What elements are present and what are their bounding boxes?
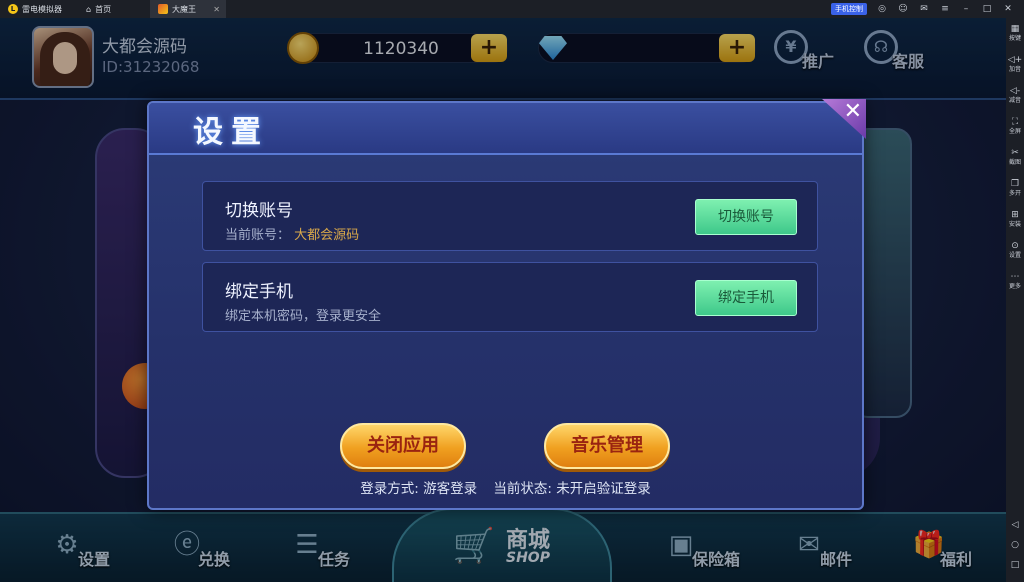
mail-icon[interactable]: ✉ xyxy=(918,4,930,14)
maximize-icon[interactable]: □ xyxy=(981,4,993,14)
close-app-button[interactable]: 关闭应用 xyxy=(340,423,466,469)
scissors-icon: ✂ xyxy=(1011,148,1019,158)
sidebar-item-volume-up[interactable]: ◁+ 加音 xyxy=(1008,55,1022,86)
gamepad-icon[interactable]: ◎ xyxy=(876,4,888,14)
bind-phone-row: 绑定手机 绑定本机密码，登录更安全 绑定手机 xyxy=(202,262,818,332)
current-account-name: 大都会源码 xyxy=(294,228,360,243)
phone-control-button[interactable]: 手机控制 xyxy=(831,3,867,15)
music-settings-button[interactable]: 音乐管理 xyxy=(544,423,670,469)
back-icon[interactable]: ◁ xyxy=(1012,520,1019,530)
home-icon: ⌂ xyxy=(86,4,92,14)
tab-game[interactable]: 大魔王 ✕ xyxy=(150,0,226,18)
fullscreen-icon: ⛶ xyxy=(1011,117,1019,127)
user-icon[interactable]: ☺ xyxy=(897,4,909,14)
emulator-titlebar: L 雷电模拟器 ⌂ 首页 大魔王 ✕ 手机控制 ◎ ☺ ✉ ≡ – □ ✕ xyxy=(0,0,1024,18)
minimize-icon[interactable]: – xyxy=(960,4,972,14)
sidebar-item-install[interactable]: ⊞ 安装 xyxy=(1009,210,1021,241)
sidebar-item-fullscreen[interactable]: ⛶ 全屏 xyxy=(1009,117,1021,148)
sidebar-item-screenshot[interactable]: ✂ 截图 xyxy=(1009,148,1021,179)
game-icon xyxy=(158,4,168,14)
switch-account-button[interactable]: 切换账号 xyxy=(695,199,797,235)
switch-account-title: 切换账号 xyxy=(225,201,293,221)
bind-phone-button[interactable]: 绑定手机 xyxy=(695,280,797,316)
sidebar-item-volume-down[interactable]: ◁- 减音 xyxy=(1009,86,1021,117)
volume-down-icon: ◁- xyxy=(1009,86,1021,96)
home-circle-icon[interactable]: ○ xyxy=(1011,540,1019,550)
recent-apps-icon[interactable]: □ xyxy=(1011,560,1020,570)
more-icon: ⋯ xyxy=(1010,272,1020,282)
bind-phone-description: 绑定本机密码，登录更安全 xyxy=(225,309,382,324)
login-method: 登录方式: 游客登录 xyxy=(360,481,478,497)
tab-game-label: 大魔王 xyxy=(172,4,196,14)
login-info: 登录方式: 游客登录 当前状态: 未开启验证登录 xyxy=(149,477,862,497)
close-tab-icon[interactable]: ✕ xyxy=(213,5,220,14)
menu-icon[interactable]: ≡ xyxy=(939,4,951,14)
close-window-icon[interactable]: ✕ xyxy=(1002,4,1014,14)
settings-icon: ⊙ xyxy=(1011,241,1019,251)
keymap-icon: ▦ xyxy=(1010,24,1020,34)
dialog-title: 设置 xyxy=(193,115,269,150)
emulator-logo-icon: L xyxy=(8,4,18,14)
emulator-app-name[interactable]: L 雷电模拟器 xyxy=(0,0,78,18)
emulator-app-label: 雷电模拟器 xyxy=(22,4,62,14)
sidebar-item-more[interactable]: ⋯ 更多 xyxy=(1009,272,1021,303)
dialog-header: 设置 xyxy=(149,103,862,155)
sidebar-item-multi[interactable]: ❐ 多开 xyxy=(1009,179,1021,210)
volume-up-icon: ◁+ xyxy=(1007,55,1023,65)
switch-account-row: 切换账号 当前账号： 大都会源码 切换账号 xyxy=(202,181,818,251)
install-icon: ⊞ xyxy=(1011,210,1019,220)
multi-instance-icon: ❐ xyxy=(1010,179,1020,189)
emulator-sidebar: ▦ 按键 ◁+ 加音 ◁- 减音 ⛶ 全屏 ✂ 截图 ❐ 多开 ⊞ 安装 ⊙ 设置 ⋯ 更多 ◁ … xyxy=(1006,18,1024,582)
bind-phone-title: 绑定手机 xyxy=(225,282,293,302)
sidebar-item-settings[interactable]: ⊙ 设置 xyxy=(1009,241,1021,272)
login-status: 当前状态: 未开启验证登录 xyxy=(493,481,651,497)
tab-home-label: 首页 xyxy=(95,4,112,14)
tab-home[interactable]: ⌂ 首页 xyxy=(78,0,150,18)
current-account-text: 当前账号： 大都会源码 xyxy=(225,228,360,243)
close-icon: ✕ xyxy=(843,99,862,124)
settings-dialog: 设置 ✕ 切换账号 当前账号： 大都会源码 切换账号 绑定手机 绑定本机密码，登… xyxy=(147,99,866,510)
sidebar-item-keymap[interactable]: ▦ 按键 xyxy=(1009,24,1021,55)
